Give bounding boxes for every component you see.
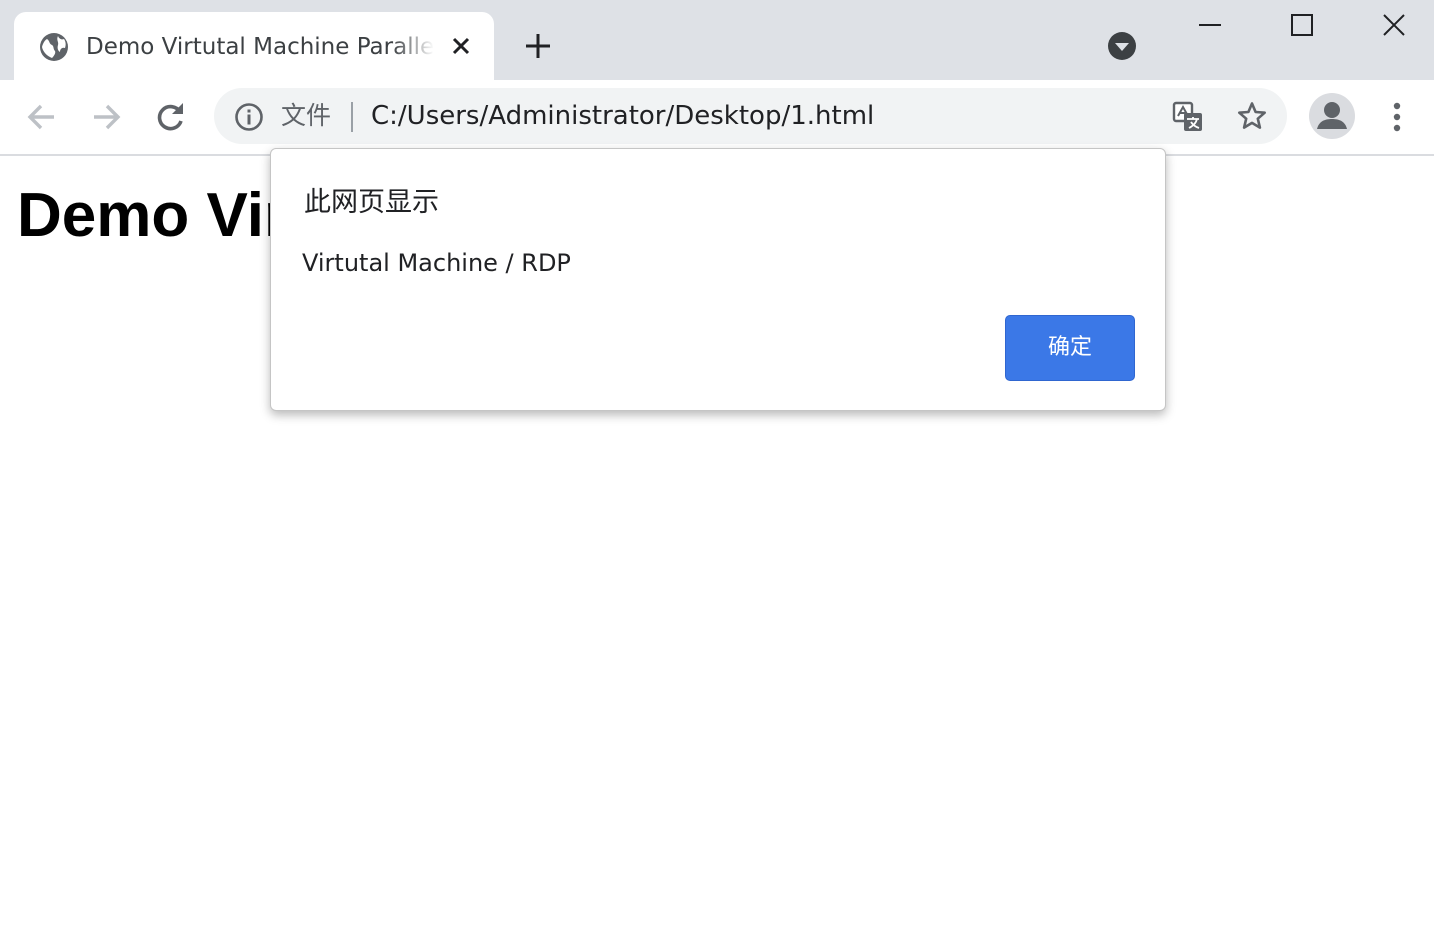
arrow-right-icon[interactable] [86,97,126,137]
translate-icon[interactable] [1172,101,1204,133]
dialog-title: 此网页显示 [304,187,439,218]
dialog-message: Virtutal Machine / RDP [302,249,571,277]
omnibox-divider [351,102,353,132]
minimize-button[interactable] [1164,0,1256,50]
omnibox[interactable]: 文件 C:/Users/Administrator/Desktop/1.html [214,88,1287,144]
person-icon[interactable] [1309,93,1355,139]
star-icon[interactable] [1236,100,1268,132]
alert-dialog: 此网页显示 Virtutal Machine / RDP 确定 [270,148,1166,411]
info-icon[interactable] [234,102,264,132]
plus-icon[interactable] [522,30,554,62]
tab-title: Demo Virtutal Machine Parallel Test! [86,34,434,60]
browser-tab[interactable]: Demo Virtutal Machine Parallel Test! [14,12,494,80]
url-text[interactable]: C:/Users/Administrator/Desktop/1.html [371,98,874,134]
window-close-button[interactable] [1348,0,1434,50]
toolbar: 文件 C:/Users/Administrator/Desktop/1.html [0,80,1434,156]
globe-icon [38,31,70,63]
more-vert-icon[interactable] [1382,97,1412,137]
window-close-icon [1383,14,1405,36]
maximize-icon [1291,14,1313,36]
tab-strip: Demo Virtutal Machine Parallel Test! [0,0,1434,80]
scheme-label: 文件 [281,101,332,130]
tab-search-icon[interactable] [1106,30,1138,62]
close-icon[interactable] [450,35,472,57]
reload-icon[interactable] [150,97,190,137]
minimize-icon [1199,24,1221,26]
arrow-left-icon[interactable] [22,97,62,137]
maximize-button[interactable] [1256,0,1348,50]
ok-button[interactable]: 确定 [1005,315,1135,381]
